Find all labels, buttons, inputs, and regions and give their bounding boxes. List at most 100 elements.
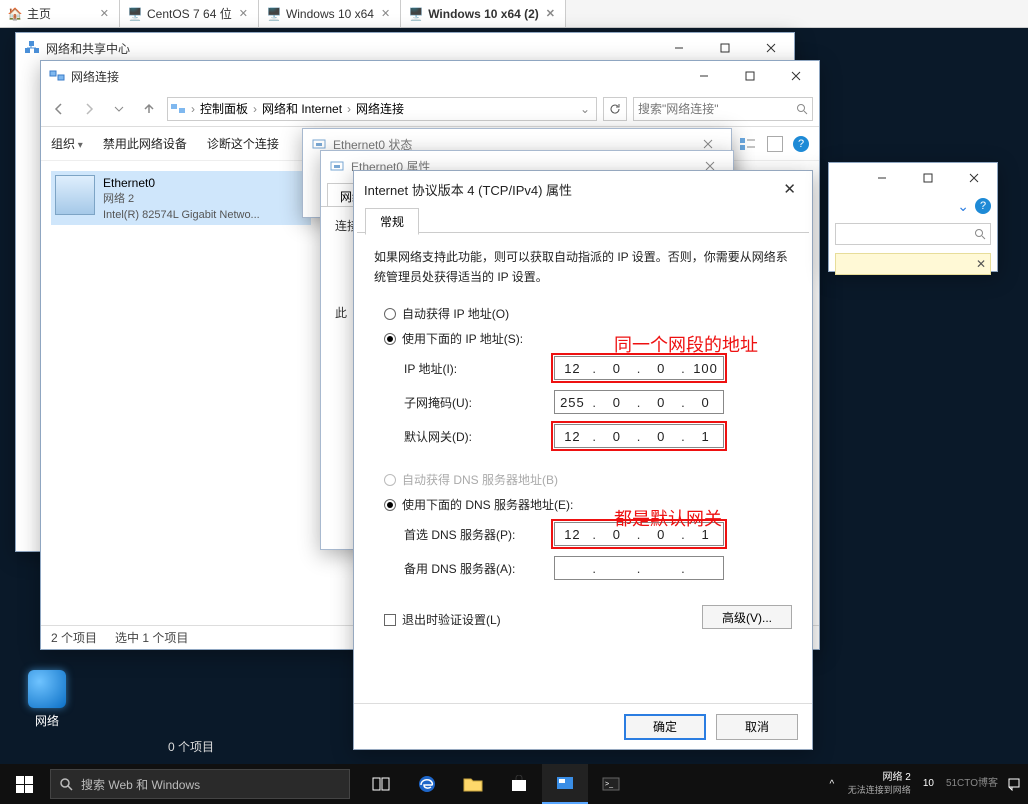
tray-clock[interactable]: 10	[917, 778, 940, 790]
taskbar-app-explorer[interactable]	[450, 764, 496, 804]
adapter-ethernet0[interactable]: Ethernet0 网络 2 Intel(R) 82574L Gigabit N…	[51, 171, 311, 225]
maximize-button[interactable]	[727, 61, 773, 91]
field-default-gateway: 默认网关(D): 12. 0. 0. 1	[374, 419, 792, 453]
close-button[interactable]	[951, 163, 997, 193]
gateway-input[interactable]: 12. 0. 0. 1	[554, 424, 724, 448]
minimize-button[interactable]	[681, 61, 727, 91]
taskbar-app-edge[interactable]	[404, 764, 450, 804]
field-label: 默认网关(D):	[404, 428, 554, 445]
close-icon[interactable]: ✕	[237, 7, 250, 20]
network-icon	[24, 40, 40, 56]
advanced-button[interactable]: 高级(V)...	[702, 605, 792, 629]
radio-label: 自动获得 IP 地址(O)	[402, 305, 509, 322]
chevron-down-icon[interactable]: ⌄	[576, 102, 594, 116]
breadcrumb-item[interactable]: 网络和 Internet	[262, 100, 342, 117]
taskbar-app-settings[interactable]	[542, 764, 588, 804]
network-connections-icon	[170, 101, 186, 117]
organize-button[interactable]: 组织	[51, 135, 83, 152]
notifications-icon[interactable]	[1004, 764, 1024, 804]
adapter-network: 网络 2	[103, 191, 260, 207]
tab-general[interactable]: 常规	[365, 208, 419, 235]
titlebar[interactable]: Internet 协议版本 4 (TCP/IPv4) 属性 ✕	[354, 171, 812, 207]
radio-use-dns[interactable]: 使用下面的 DNS 服务器地址(E):	[374, 492, 792, 517]
field-label: 备用 DNS 服务器(A):	[404, 560, 554, 577]
field-label: 首选 DNS 服务器(P):	[404, 526, 554, 543]
vm-tab-win10-2[interactable]: 🖥️ Windows 10 x64 (2) ✕	[401, 0, 566, 27]
vm-tab-home[interactable]: 🏠 主页 ✕	[0, 0, 120, 27]
search-icon	[796, 103, 808, 115]
view-options-icon[interactable]	[739, 137, 757, 151]
explorer-nav-bar: › 控制面板 › 网络和 Internet › 网络连接 ⌄ 搜索"网络连接"	[41, 91, 819, 127]
radio-auto-dns: 自动获得 DNS 服务器地址(B)	[374, 467, 792, 492]
vm-tab-centos[interactable]: 🖥️ CentOS 7 64 位 ✕	[120, 0, 259, 27]
back-button[interactable]	[47, 97, 71, 121]
start-button[interactable]	[0, 764, 48, 804]
status-selected: 选中 1 个项目	[115, 629, 188, 646]
minimize-button[interactable]	[859, 163, 905, 193]
address-bar[interactable]: › 控制面板 › 网络和 Internet › 网络连接 ⌄	[167, 97, 597, 121]
desktop-icon-network[interactable]: 网络	[22, 670, 72, 729]
breadcrumb-item[interactable]: 控制面板	[200, 100, 248, 117]
search-input[interactable]: 搜索"网络连接"	[633, 97, 813, 121]
chevron-right-icon: ›	[251, 102, 259, 116]
svg-text:>_: >_	[605, 781, 613, 788]
close-icon[interactable]: ✕	[379, 7, 392, 20]
checkbox-validate[interactable]: 退出时验证设置(L)	[374, 605, 501, 634]
maximize-button[interactable]	[905, 163, 951, 193]
home-icon: 🏠	[8, 7, 22, 21]
help-icon[interactable]: ?	[793, 136, 809, 152]
ok-button[interactable]: 确定	[624, 714, 706, 740]
radio-selected-icon	[384, 333, 396, 345]
vm-tab-label: 主页	[27, 5, 51, 22]
taskbar-app-store[interactable]	[496, 764, 542, 804]
ip-address-input[interactable]: 12. 0. 0. 100	[554, 356, 724, 380]
diagnose-button[interactable]: 诊断这个连接	[207, 135, 279, 152]
vm-tab-label: CentOS 7 64 位	[147, 5, 232, 22]
checkbox-icon	[384, 614, 396, 626]
radio-disabled-icon	[384, 474, 396, 486]
radio-label: 使用下面的 IP 地址(S):	[402, 330, 523, 347]
taskbar-app-cmd[interactable]: >_	[588, 764, 634, 804]
subnet-mask-input[interactable]: 255. 0. 0. 0	[554, 390, 724, 414]
task-view-button[interactable]	[358, 764, 404, 804]
taskbar-search-input[interactable]: 搜索 Web 和 Windows	[50, 769, 350, 799]
titlebar[interactable]: 网络连接	[41, 61, 819, 91]
radio-icon	[384, 308, 396, 320]
chevron-down-icon[interactable]: ⌄	[957, 198, 969, 215]
field-dns1: 首选 DNS 服务器(P): 12. 0. 0. 1	[374, 517, 792, 551]
radio-label: 使用下面的 DNS 服务器地址(E):	[402, 496, 573, 513]
search-placeholder: 搜索 Web 和 Windows	[81, 776, 200, 793]
close-button[interactable]: ✕	[777, 176, 802, 202]
tray-chevron-up-icon[interactable]: ^	[822, 764, 842, 804]
refresh-button[interactable]	[603, 97, 627, 121]
window-title: 网络和共享中心	[46, 40, 130, 57]
maximize-button[interactable]	[702, 33, 748, 63]
recent-button[interactable]	[107, 97, 131, 121]
alternate-dns-input[interactable]: . . .	[554, 556, 724, 580]
close-button[interactable]	[773, 61, 819, 91]
close-icon[interactable]: ✕	[98, 7, 111, 20]
monitor-icon: 🖥️	[267, 7, 281, 21]
status-count: 0 个项目	[168, 738, 214, 755]
breadcrumb-item[interactable]: 网络连接	[356, 100, 404, 117]
tray-network[interactable]: 网络 2 无法连接到网络	[842, 772, 917, 796]
info-bar[interactable]: ✕	[835, 253, 991, 275]
close-button[interactable]	[748, 33, 794, 63]
monitor-icon: 🖥️	[128, 7, 142, 21]
titlebar[interactable]: 网络和共享中心	[16, 33, 794, 63]
forward-button[interactable]	[77, 97, 101, 121]
close-icon[interactable]: ✕	[544, 7, 557, 20]
cancel-button[interactable]: 取消	[716, 714, 798, 740]
vm-tab-win10-1[interactable]: 🖥️ Windows 10 x64 ✕	[259, 0, 401, 27]
annotation-default-gateway: 都是默认网关	[614, 505, 722, 531]
search-placeholder: 搜索"网络连接"	[638, 100, 719, 117]
preview-pane-icon[interactable]	[767, 136, 783, 152]
annotation-same-subnet: 同一个网段的地址	[614, 331, 758, 357]
search-input[interactable]	[835, 223, 991, 245]
minimize-button[interactable]	[656, 33, 702, 63]
up-button[interactable]	[137, 97, 161, 121]
disable-device-button[interactable]: 禁用此网络设备	[103, 135, 187, 152]
help-icon[interactable]: ?	[975, 198, 991, 214]
radio-auto-ip[interactable]: 自动获得 IP 地址(O)	[374, 301, 792, 326]
adapter-device: Intel(R) 82574L Gigabit Netwo...	[103, 207, 260, 223]
